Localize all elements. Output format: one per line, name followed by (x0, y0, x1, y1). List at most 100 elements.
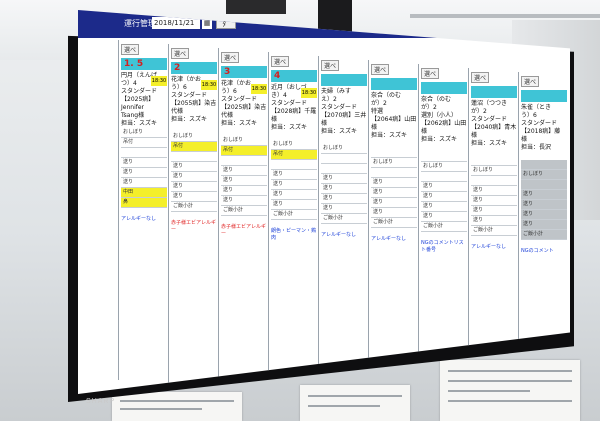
room-number-bar (371, 78, 417, 90)
course-row[interactable]: 鼻 (121, 198, 167, 208)
course-row[interactable]: おしぼり (271, 140, 317, 150)
course-row[interactable]: 送り (221, 176, 267, 186)
guest-info-line: 選別（小人） (421, 112, 458, 119)
course-row[interactable] (221, 156, 267, 166)
course-row[interactable]: 送り (471, 206, 517, 216)
course-row[interactable]: 送り (321, 174, 367, 184)
course-row[interactable] (371, 148, 417, 158)
course-row[interactable]: おしぼり (371, 158, 417, 168)
course-row[interactable]: 送り (371, 178, 417, 188)
course-row[interactable]: 送り (521, 220, 567, 230)
course-row[interactable]: 吊付 (221, 146, 267, 156)
course-row[interactable]: ご飯小計 (421, 222, 467, 232)
column-select-button[interactable]: 選べ (421, 68, 440, 79)
course-row[interactable]: ご飯小計 (521, 230, 567, 240)
course-row[interactable] (371, 168, 417, 178)
column-select-button[interactable]: 選べ (471, 72, 490, 83)
column-select-button[interactable]: 選べ (271, 56, 290, 67)
course-row[interactable] (321, 164, 367, 174)
guest-info-line: え）2 (321, 96, 337, 103)
course-row[interactable] (471, 156, 517, 166)
course-row[interactable]: 送り (471, 196, 517, 206)
course-row[interactable]: ご飯小計 (321, 214, 367, 224)
ceiling-mount-plate (226, 0, 286, 14)
course-row[interactable]: 送り (421, 202, 467, 212)
course-row[interactable]: 送り (471, 186, 517, 196)
course-row[interactable]: 送り (521, 200, 567, 210)
guest-info-line: スタンダード (321, 104, 358, 111)
course-row[interactable]: ご飯小計 (221, 206, 267, 216)
course-row[interactable]: 吊付 (121, 138, 167, 148)
course-row[interactable]: おしぼり (221, 136, 267, 146)
course-row[interactable]: 送り (271, 200, 317, 210)
course-row[interactable]: 送り (171, 172, 217, 182)
guest-info: 蓮沼（つつき が）2 スタンダード 【2040病】青木様担当：スズキ (471, 100, 517, 148)
course-row[interactable]: おしぼり (121, 128, 167, 138)
time-chip: 18:30 (151, 76, 167, 86)
course-row[interactable] (171, 152, 217, 162)
room-number-bar: 2 (171, 62, 217, 74)
course-row[interactable]: 送り (121, 158, 167, 168)
allergy-note: 赤子様エビアレルギー (171, 220, 217, 233)
course-row[interactable]: 送り (221, 196, 267, 206)
course-row[interactable]: 送り (521, 190, 567, 200)
column-select-button[interactable]: 選べ (221, 52, 240, 63)
course-row[interactable]: 送り (321, 194, 367, 204)
course-row[interactable]: おしぼり (321, 144, 367, 154)
course-row[interactable] (421, 172, 467, 182)
course-row[interactable]: 中田 (121, 188, 167, 198)
course-row[interactable] (321, 154, 367, 164)
course-row[interactable] (271, 160, 317, 170)
course-row[interactable]: 送り (171, 182, 217, 192)
allergy-note: 赤子様エビアレルギー (221, 224, 267, 237)
course-row[interactable]: おしぼり (171, 132, 217, 142)
course-row[interactable]: 送り (321, 204, 367, 214)
course-row[interactable]: 送り (471, 216, 517, 226)
course-row[interactable] (121, 148, 167, 158)
course-row[interactable]: 吊付 (271, 150, 317, 160)
course-row[interactable]: 送り (271, 170, 317, 180)
course-row[interactable]: 送り (271, 180, 317, 190)
course-row[interactable]: ご飯小計 (171, 202, 217, 212)
course-row[interactable]: おしぼり (471, 166, 517, 176)
guest-info-line: が）2 (471, 108, 487, 115)
course-row[interactable]: 送り (171, 192, 217, 202)
room-column: 選べ 4 近月（おしづ き）4 スタンダード 【2028病】千羅様担当：スズキ 18:30 お… (268, 52, 319, 392)
course-row[interactable]: 送り (221, 186, 267, 196)
course-row[interactable]: 送り (221, 166, 267, 176)
time-chip: 18:30 (251, 84, 267, 94)
course-row[interactable]: 送り (121, 178, 167, 188)
guest-info-line: 夫婦（みす (321, 88, 352, 95)
guest-info-line: 代様 (221, 112, 234, 119)
course-row[interactable]: 送り (421, 212, 467, 222)
course-row[interactable] (471, 176, 517, 186)
course-row[interactable]: ご飯小計 (371, 218, 417, 228)
course-row[interactable] (521, 180, 567, 190)
course-row[interactable]: 送り (371, 188, 417, 198)
column-select-button[interactable]: 選べ (521, 76, 540, 87)
course-row[interactable]: ご飯小計 (271, 210, 317, 220)
course-row[interactable]: ご飯小計 (471, 226, 517, 236)
course-row[interactable]: 送り (171, 162, 217, 172)
guest-info-line: スタンダード (471, 116, 508, 123)
course-row[interactable]: おしぼり (521, 170, 567, 180)
course-grid: おしぼり 吊付 送り 送り 送り 送り ご飯小計 (171, 132, 217, 212)
column-select-button[interactable]: 選べ (371, 64, 390, 75)
course-row[interactable]: おしぼり (421, 162, 467, 172)
course-row[interactable]: 送り (271, 190, 317, 200)
course-row[interactable]: 送り (371, 208, 417, 218)
column-select-button[interactable]: 選べ (121, 44, 140, 55)
course-row[interactable] (421, 152, 467, 162)
course-row[interactable]: 送り (421, 192, 467, 202)
column-select-button[interactable]: 選べ (321, 60, 340, 71)
course-row[interactable]: 送り (321, 184, 367, 194)
course-row[interactable]: 送り (371, 198, 417, 208)
guest-info-line: 【2055病】染吉 (171, 100, 217, 107)
guest-info-line: 様 (371, 124, 378, 131)
course-row[interactable]: 送り (121, 168, 167, 178)
course-row[interactable]: 送り (521, 210, 567, 220)
course-row[interactable]: 送り (421, 182, 467, 192)
column-select-button[interactable]: 選べ (171, 48, 190, 59)
course-row[interactable] (521, 160, 567, 170)
course-row[interactable]: 吊付 (171, 142, 217, 152)
